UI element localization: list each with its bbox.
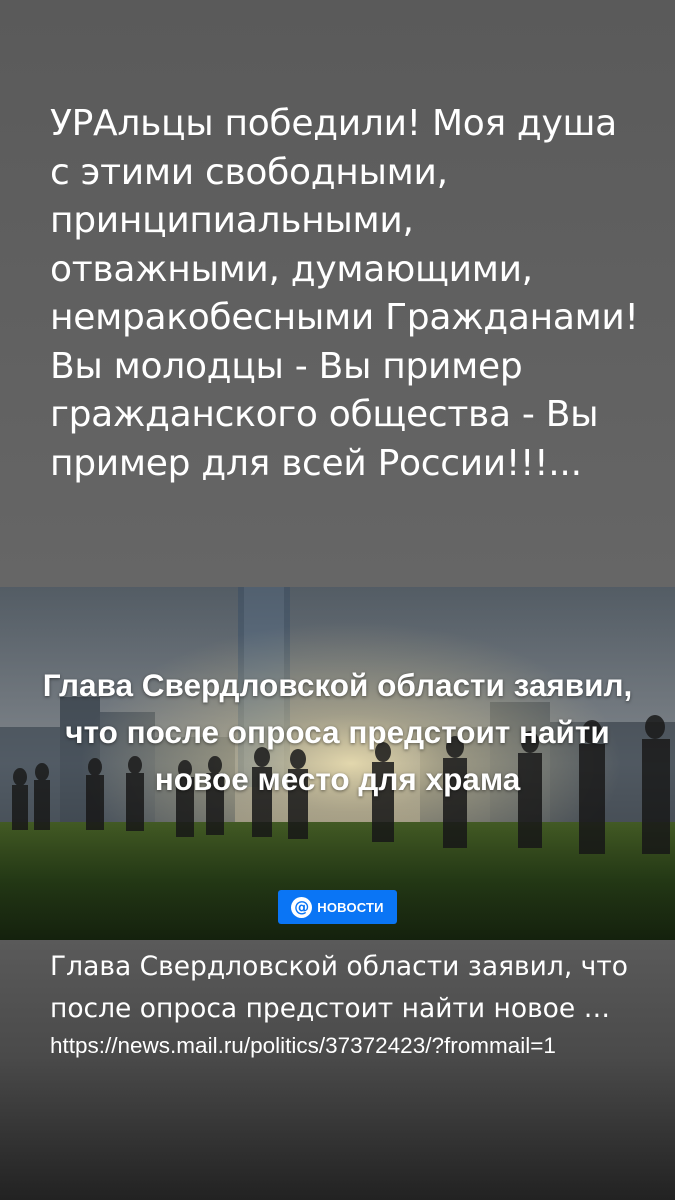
at-icon: @ — [291, 896, 313, 918]
link-preview-details[interactable]: Глава Свердловской области заявил, что п… — [0, 940, 675, 1200]
post-text-panel: УРАльцы победили! Моя душа с этими свобо… — [0, 0, 675, 587]
source-badge: @ НОВОСТИ — [278, 890, 397, 924]
preview-image-headline: Глава Свердловской области заявил, что п… — [42, 667, 633, 797]
post-text: УРАльцы победили! Моя душа с этими свобо… — [50, 103, 639, 484]
source-badge-label: НОВОСТИ — [317, 899, 384, 915]
link-preview-card[interactable]: Глава Свердловской области заявил, что п… — [0, 587, 675, 940]
link-preview-url[interactable]: https://news.mail.ru/politics/37372423/?… — [50, 1030, 630, 1062]
link-preview-title[interactable]: Глава Свердловской области заявил, что п… — [50, 946, 630, 1030]
